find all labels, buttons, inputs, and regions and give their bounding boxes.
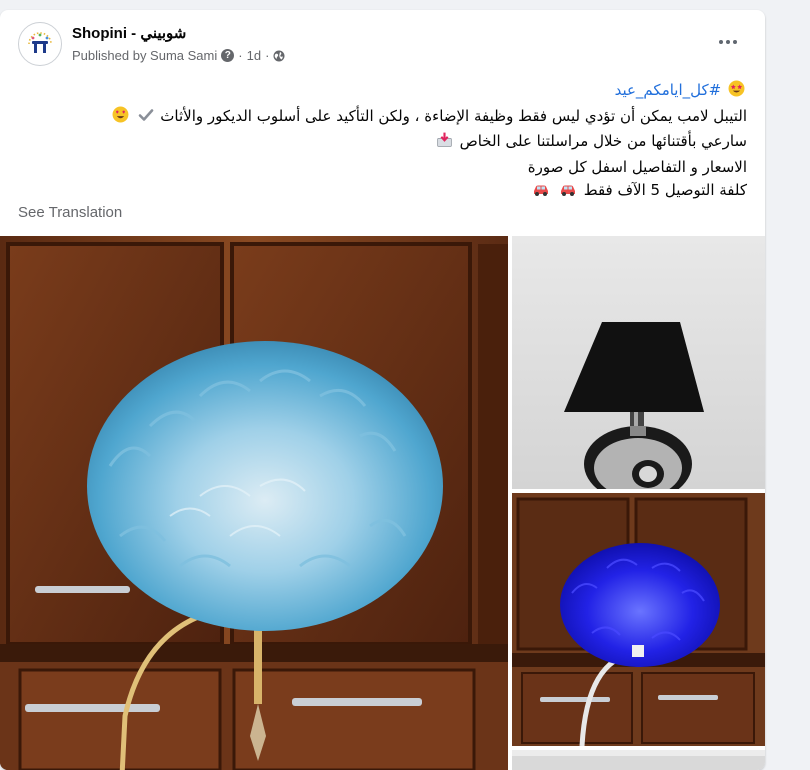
post-card: Shopini - شوبيني Published by Suma Sami … bbox=[0, 10, 765, 770]
car-icon bbox=[559, 181, 577, 205]
message-text-2: سارعي بأقتنائها من خلال مراسلتنا على الخ… bbox=[459, 132, 747, 150]
message-line-4: كلفة التوصيل 5 الآف فقط bbox=[27, 179, 747, 205]
message-text-4: كلفة التوصيل 5 الآف فقط bbox=[583, 181, 747, 199]
check-mark-icon bbox=[138, 107, 154, 131]
blue-illuminated-feather-lamp-photo[interactable] bbox=[512, 493, 765, 746]
message-line-2: سارعي بأقتنائها من خلال مراسلتنا على الخ… bbox=[27, 130, 747, 156]
meta-separator-2: · bbox=[265, 48, 270, 63]
post-message: #كل_ايامكم_عيد التيبل لامب يمكن أن تؤدي … bbox=[27, 79, 747, 205]
heart-eyes-emoji-icon bbox=[112, 106, 129, 131]
post-timestamp[interactable]: 1d bbox=[247, 48, 261, 63]
photo-grid bbox=[0, 236, 765, 770]
more-horizontal-icon bbox=[719, 40, 723, 44]
inbox-tray-icon bbox=[436, 131, 453, 156]
blue-feather-lamp-photo[interactable] bbox=[0, 236, 508, 770]
additional-photo[interactable] bbox=[512, 750, 765, 770]
message-text-1: التيبل لامب يمكن أن تؤدي ليس فقط وظيفة ا… bbox=[160, 106, 747, 125]
shopini-logo-icon bbox=[24, 28, 56, 60]
question-circle-icon[interactable]: ? bbox=[221, 49, 235, 62]
more-dot bbox=[726, 40, 730, 44]
message-text-3: الاسعار و التفاصيل اسفل كل صورة bbox=[527, 157, 747, 176]
star-struck-emoji-icon bbox=[728, 80, 745, 105]
see-translation-link[interactable]: See Translation bbox=[18, 204, 122, 221]
car-icon-2 bbox=[532, 181, 550, 205]
page-avatar[interactable] bbox=[18, 22, 62, 66]
post-meta: Published by Suma Sami ? · 1d · bbox=[72, 48, 285, 63]
message-line-1: التيبل لامب يمكن أن تؤدي ليس فقط وظيفة ا… bbox=[27, 105, 747, 131]
hashtag-link[interactable]: #كل_ايامكم_عيد bbox=[615, 81, 722, 99]
more-options-button[interactable] bbox=[710, 24, 746, 60]
black-shade-lamp-photo[interactable] bbox=[512, 236, 765, 489]
globe-icon[interactable] bbox=[273, 50, 285, 62]
meta-separator: · bbox=[238, 48, 243, 63]
published-by-label[interactable]: Published by Suma Sami bbox=[72, 48, 217, 63]
hashtag-line: #كل_ايامكم_عيد bbox=[27, 79, 747, 105]
post-header: Shopini - شوبيني Published by Suma Sami … bbox=[18, 22, 748, 70]
more-dot bbox=[733, 40, 737, 44]
page-name-link[interactable]: Shopini - شوبيني bbox=[72, 24, 186, 42]
message-line-3: الاسعار و التفاصيل اسفل كل صورة bbox=[27, 156, 747, 180]
